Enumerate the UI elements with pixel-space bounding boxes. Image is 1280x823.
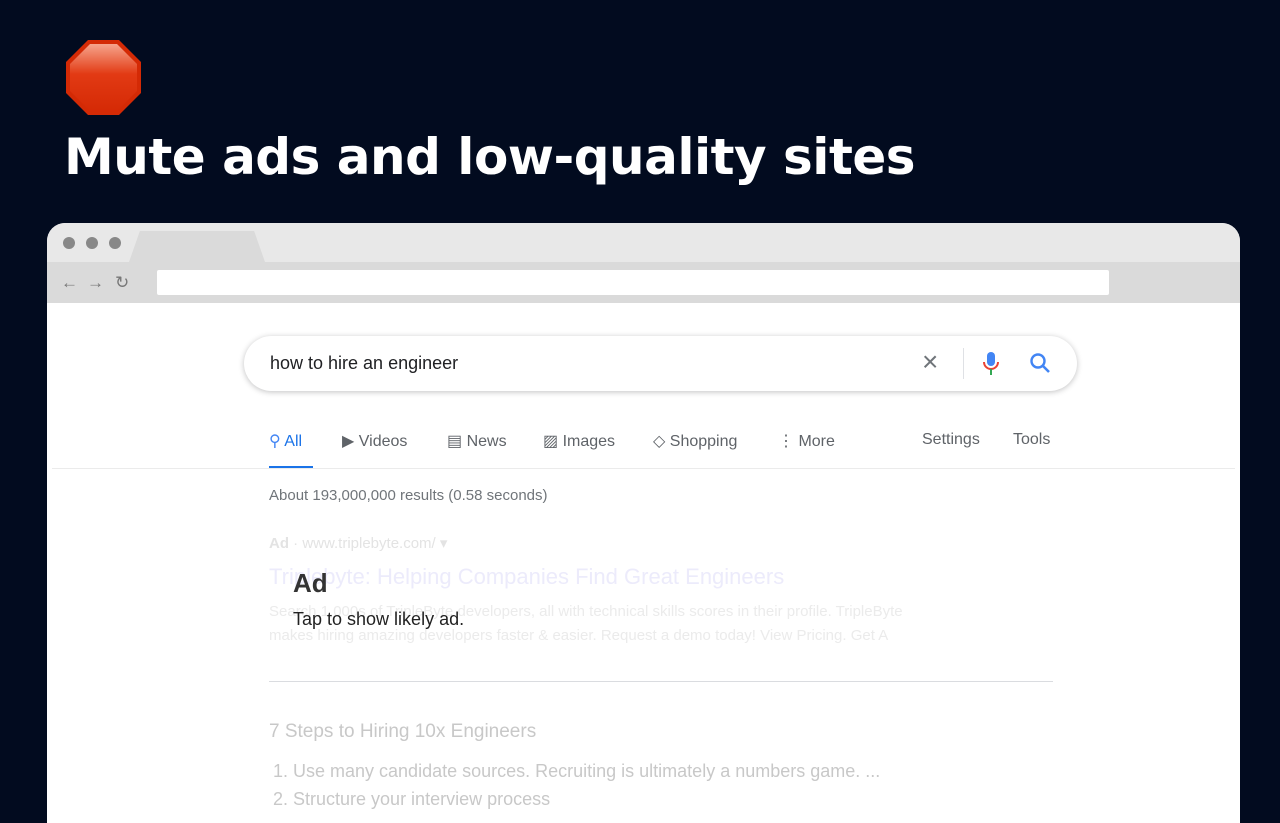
list-item: 1. Use many candidate sources. Recruitin… <box>273 761 881 781</box>
tab-more[interactable]: ⋮ More <box>778 431 835 451</box>
tab-tools[interactable]: Tools <box>1013 431 1050 449</box>
tab-label: Shopping <box>669 433 738 450</box>
muted-ad-overlay[interactable]: Ad Tap to show likely ad. <box>293 568 464 630</box>
result-stats: About 193,000,000 results (0.58 seconds) <box>269 487 548 504</box>
search-input[interactable]: how to hire an engineer <box>270 353 458 374</box>
news-icon: ▤ <box>447 433 463 450</box>
tab-label: News <box>466 433 507 450</box>
search-box[interactable]: how to hire an engineer × <box>244 336 1077 391</box>
address-bar[interactable] <box>157 270 1109 295</box>
reload-icon[interactable]: ↻ <box>115 273 129 293</box>
browser-tab[interactable] <box>129 231 265 262</box>
tab-all[interactable]: ⚲ All <box>269 431 302 451</box>
maximize-dot[interactable] <box>109 237 121 249</box>
tag-icon: ◇ <box>653 433 666 450</box>
search-icon[interactable] <box>1029 352 1051 374</box>
minimize-dot[interactable] <box>86 237 98 249</box>
tab-images[interactable]: ▨ Images <box>543 431 615 451</box>
divider <box>52 468 1235 469</box>
tab-bar <box>47 223 1240 262</box>
divider <box>269 681 1053 682</box>
ad-label: Ad <box>269 535 289 552</box>
stop-sign-icon <box>66 40 141 115</box>
video-icon: ▶ <box>342 433 355 450</box>
forward-icon[interactable]: → <box>87 273 104 293</box>
tab-label: More <box>798 433 835 450</box>
tab-shopping[interactable]: ◇ Shopping <box>653 431 737 451</box>
microphone-icon[interactable] <box>983 351 999 377</box>
tab-label: Videos <box>358 433 408 450</box>
search-icon: ⚲ <box>269 433 281 450</box>
result-title[interactable]: 7 Steps to Hiring 10x Engineers <box>269 721 536 743</box>
clear-icon[interactable]: × <box>922 346 938 378</box>
image-icon: ▨ <box>543 433 559 450</box>
overlay-subtitle[interactable]: Tap to show likely ad. <box>293 609 464 630</box>
headline: Mute ads and low-quality sites <box>64 128 916 186</box>
search-results-page: how to hire an engineer × ⚲ All ▶ Videos… <box>47 303 1240 823</box>
ad-header: Ad · www.triplebyte.com/ ▾ <box>269 534 447 552</box>
browser-toolbar: ← → ↻ <box>47 262 1240 303</box>
more-icon: ⋮ <box>778 433 794 450</box>
divider <box>963 348 964 379</box>
tab-news[interactable]: ▤ News <box>447 431 507 451</box>
browser-window: ← → ↻ how to hire an engineer × ⚲ All ▶ … <box>47 223 1240 823</box>
back-icon[interactable]: ← <box>61 273 78 293</box>
close-dot[interactable] <box>63 237 75 249</box>
tab-videos[interactable]: ▶ Videos <box>342 431 407 451</box>
tab-settings[interactable]: Settings <box>922 431 980 449</box>
ad-url[interactable]: · www.triplebyte.com/ ▾ <box>293 535 447 552</box>
tab-label: All <box>284 433 303 450</box>
tab-label: Images <box>562 433 616 450</box>
overlay-title: Ad <box>293 568 328 598</box>
